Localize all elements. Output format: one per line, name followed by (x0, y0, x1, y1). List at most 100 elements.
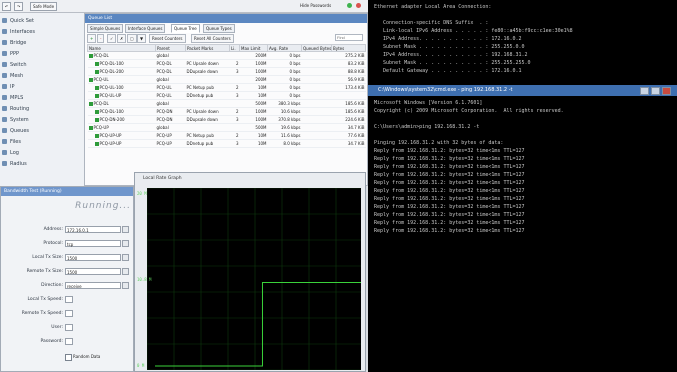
table-cell: 3 (229, 91, 240, 100)
sidebar-item[interactable]: Files (2, 138, 82, 147)
field-input[interactable] (65, 310, 73, 317)
table-row[interactable]: PCQ-DL global 200M 0 bps 275.2 KiB (87, 51, 366, 60)
sidebar-item[interactable]: Switch (2, 61, 82, 70)
safe-mode-button[interactable]: Safe Mode (30, 2, 58, 11)
queue-name-cell: PCQ-DL (87, 99, 156, 108)
comment-button[interactable]: ▢ (127, 34, 137, 43)
table-cell: 2 (229, 107, 240, 116)
table-row[interactable]: PCQ-UP-UP PCQ-UP PC Netup pub 2 10M 11.6 kbps… (87, 131, 366, 140)
sidebar-item[interactable]: MPLS (2, 94, 82, 103)
table-cell: 200M (239, 51, 268, 60)
sidebar-menu: Quick Set Interfaces Bridge PPP Switch Mesh IP… (0, 13, 85, 186)
ping-terminal[interactable]: Microsoft Windows [Version 6.1.7601] Copy… (368, 96, 677, 372)
sidebar-item[interactable]: Quick Set (2, 17, 82, 26)
disable-button[interactable]: ✗ (117, 34, 127, 43)
tab-queue-types[interactable]: Queue Types (203, 24, 235, 33)
sidebar-item[interactable]: Mesh (2, 72, 82, 81)
tab-queue-tree[interactable]: Queue Tree (171, 24, 200, 33)
table-cell: 0 bps (267, 83, 302, 92)
redo-button[interactable]: ↷ (14, 2, 24, 11)
hide-passwords-label[interactable]: Hide Passwords (300, 2, 331, 10)
table-row[interactable]: PCQ-UL-UP PCQ-UL DDnetup pub 3 10M 0 bps (87, 91, 366, 100)
column-packet-marks[interactable]: Packet Marks (185, 44, 230, 52)
field-input[interactable] (65, 296, 73, 303)
table-cell (229, 99, 240, 108)
table-row[interactable]: PCQ-DN-200 PCQ-DN DDupsale down 3 100M 370.8 … (87, 115, 366, 124)
queues-icon (2, 128, 7, 133)
dropdown-button[interactable] (122, 240, 129, 247)
window-title[interactable]: Bandwidth Test (Running) (1, 187, 133, 196)
field-input[interactable] (65, 324, 73, 331)
table-header: Name Parent Packet Marks Li. Max Limit A… (87, 44, 366, 52)
enable-button[interactable]: ✓ (107, 34, 117, 43)
undo-button[interactable]: ↶ (2, 2, 12, 11)
tab-simple-queues[interactable]: Simple Queues (87, 24, 124, 33)
field-input[interactable] (65, 338, 73, 345)
table-row[interactable]: PCQ-DL global 500M 380.3 kbps 185.6 KiB (87, 99, 366, 108)
column-max-limit[interactable]: Max Limit (239, 44, 268, 52)
sidebar-item-label: IP (10, 84, 15, 90)
sidebar-item[interactable]: PPP (2, 50, 82, 59)
table-cell (301, 99, 332, 108)
minimize-button[interactable] (640, 87, 649, 95)
queue-icon (94, 142, 99, 146)
field-input[interactable]: 1500 (65, 268, 121, 275)
sidebar-item[interactable]: System (2, 116, 82, 125)
maximize-button[interactable] (651, 87, 660, 95)
remove-button[interactable]: - (97, 34, 105, 43)
dropdown-button[interactable] (122, 268, 129, 275)
table-cell: 185.6 KiB (331, 107, 366, 116)
table-row[interactable]: PCQ-DL-100 PCQ-DN PC Upsale down 2 100M 10.6 … (87, 107, 366, 116)
column-name[interactable]: Name (87, 44, 156, 52)
table-row[interactable]: PCQ-UL global 200M 0 bps 56.9 KiB (87, 75, 366, 84)
column-limit-at[interactable]: Li. (229, 44, 240, 52)
table-row[interactable]: PCQ-DL-200 PCQ-DL DDupsale down 3 100M 0 bps 8… (87, 67, 366, 76)
table-cell: 100M (239, 59, 268, 68)
switch-icon (2, 62, 7, 67)
sidebar-item[interactable]: IP (2, 83, 82, 92)
add-button[interactable]: + (87, 34, 97, 43)
field-input[interactable]: receive (65, 282, 121, 289)
ipconfig-terminal[interactable]: Ethernet adapter Local Area Connection: … (368, 0, 677, 85)
dropdown-button[interactable] (122, 254, 129, 261)
dropdown-button[interactable] (122, 282, 129, 289)
column-parent[interactable]: Parent (155, 44, 186, 52)
table-row[interactable]: PCQ-UP-UP PCQ-UP DDnetup pub 3 10M 8.0 kbps 34… (87, 139, 366, 148)
queue-icon (94, 118, 99, 122)
column-avg-rate[interactable]: Avg. Rate (267, 44, 302, 52)
queue-name: PCQ-UL (93, 77, 109, 82)
random-data-checkbox[interactable] (65, 354, 72, 361)
field-input[interactable]: 172.16.0.1 (65, 226, 121, 233)
dropdown-button[interactable] (122, 226, 129, 233)
sidebar-item[interactable]: Radius (2, 160, 82, 169)
table-row[interactable]: PCQ-UL-100 PCQ-UL PC Netup pub 2 10M 0 bps 173… (87, 83, 366, 92)
column-bytes[interactable]: Bytes (331, 44, 366, 52)
sidebar-item[interactable]: Routing (2, 105, 82, 114)
sidebar-item[interactable]: Log (2, 149, 82, 158)
queue-name: PCQ-UP-UP (99, 133, 122, 138)
queue-name: PCQ-UL-100 (99, 85, 124, 90)
reset-all-counters-button[interactable]: Reset All Counters (191, 34, 234, 43)
queue-name: PCQ-DL-200 (99, 69, 124, 74)
table-cell: global (155, 99, 186, 108)
cmd-titlebar[interactable]: C:\Windows\system32\cmd.exe - ping 192.1… (368, 85, 677, 96)
filter-button[interactable]: ▼ (137, 34, 147, 43)
terminal-line: Subnet Mask . . . . . . . . . . . : 255.… (374, 44, 525, 50)
reset-counters-button[interactable]: Reset Counters (149, 34, 186, 43)
tab-interface-queues[interactable]: Interface Queues (125, 24, 166, 33)
table-row[interactable]: PCQ-DL-100 PCQ-DL PC Upsale down 2 100M 0 bps… (87, 59, 366, 68)
sidebar-item[interactable]: Queues (2, 127, 82, 136)
table-cell: DDupsale down (185, 115, 230, 124)
sidebar-item[interactable]: Interfaces (2, 28, 82, 37)
table-cell: 0 bps (267, 51, 302, 60)
window-title[interactable]: Queue List (85, 14, 367, 23)
field-input[interactable]: 1500 (65, 254, 121, 261)
table-cell: 56.9 KiB (331, 75, 366, 84)
field-input[interactable]: tcp (65, 240, 121, 247)
table-cell: 88.8 KiB (331, 67, 366, 76)
column-queued-bytes[interactable]: Queued Bytes (301, 44, 332, 52)
find-input[interactable] (335, 34, 363, 41)
table-row[interactable]: PCQ-UP global 500M 19.6 kbps 34.7 KiB (87, 123, 366, 132)
close-button[interactable] (662, 87, 671, 95)
sidebar-item[interactable]: Bridge (2, 39, 82, 48)
